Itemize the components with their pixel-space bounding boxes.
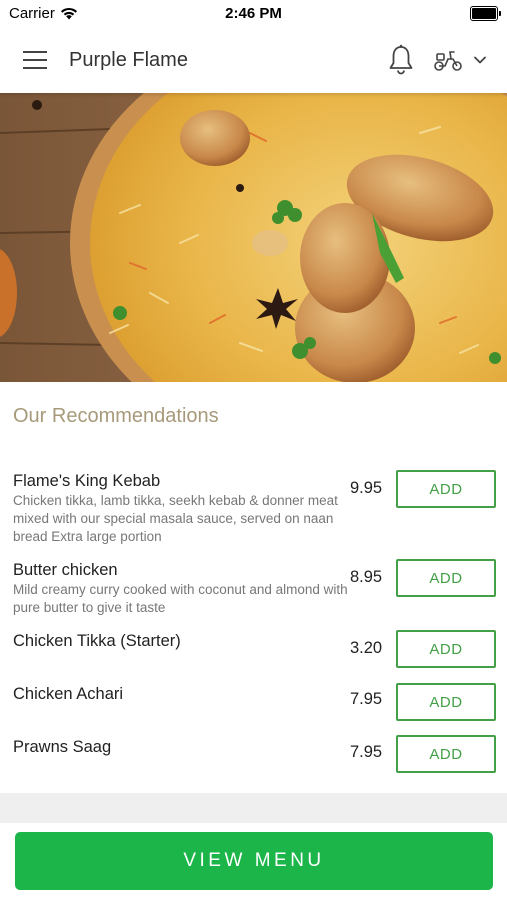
hamburger-menu-icon[interactable] <box>23 51 47 69</box>
status-left: Carrier <box>0 5 169 22</box>
carrier-label: Carrier <box>9 5 55 22</box>
wifi-icon <box>60 7 77 20</box>
add-button[interactable]: ADD <box>396 470 496 508</box>
add-button[interactable]: ADD <box>396 630 496 668</box>
battery-icon <box>469 6 501 21</box>
status-time: 2:46 PM <box>225 5 282 22</box>
item-price: 3.20 <box>350 639 383 657</box>
item-description: Mild creamy curry cooked with coconut an… <box>13 582 348 615</box>
divider-band <box>0 793 507 823</box>
item-price: 8.95 <box>350 568 383 586</box>
item-price: 7.95 <box>350 743 383 761</box>
view-menu-button[interactable]: VIEW MENU <box>15 832 493 890</box>
item-name: Flame's King Kebab <box>13 472 161 490</box>
item-name: Butter chicken <box>13 561 118 579</box>
item-price: 7.95 <box>350 690 383 708</box>
status-right <box>338 6 507 21</box>
app-header: Purple Flame <box>0 27 507 93</box>
add-button[interactable]: ADD <box>396 683 496 721</box>
item-name: Chicken Tikka (Starter) <box>13 632 181 650</box>
add-button[interactable]: ADD <box>396 735 496 773</box>
item-price: 9.95 <box>350 479 383 497</box>
bell-icon[interactable] <box>387 44 415 76</box>
hero-banner <box>0 93 507 382</box>
add-button[interactable]: ADD <box>396 559 496 597</box>
restaurant-title: Purple Flame <box>69 48 188 71</box>
biryani-plate-photo <box>0 93 507 382</box>
item-description: Chicken tikka, lamb tikka, seekh kebab &… <box>13 493 338 544</box>
item-name: Chicken Achari <box>13 685 124 703</box>
chevron-down-icon[interactable] <box>473 55 487 65</box>
status-bar: Carrier 2:46 PM <box>0 0 507 27</box>
item-name: Prawns Saag <box>13 738 112 756</box>
scooter-icon[interactable] <box>433 47 463 73</box>
recommendations-title: Our Recommendations <box>13 405 219 427</box>
